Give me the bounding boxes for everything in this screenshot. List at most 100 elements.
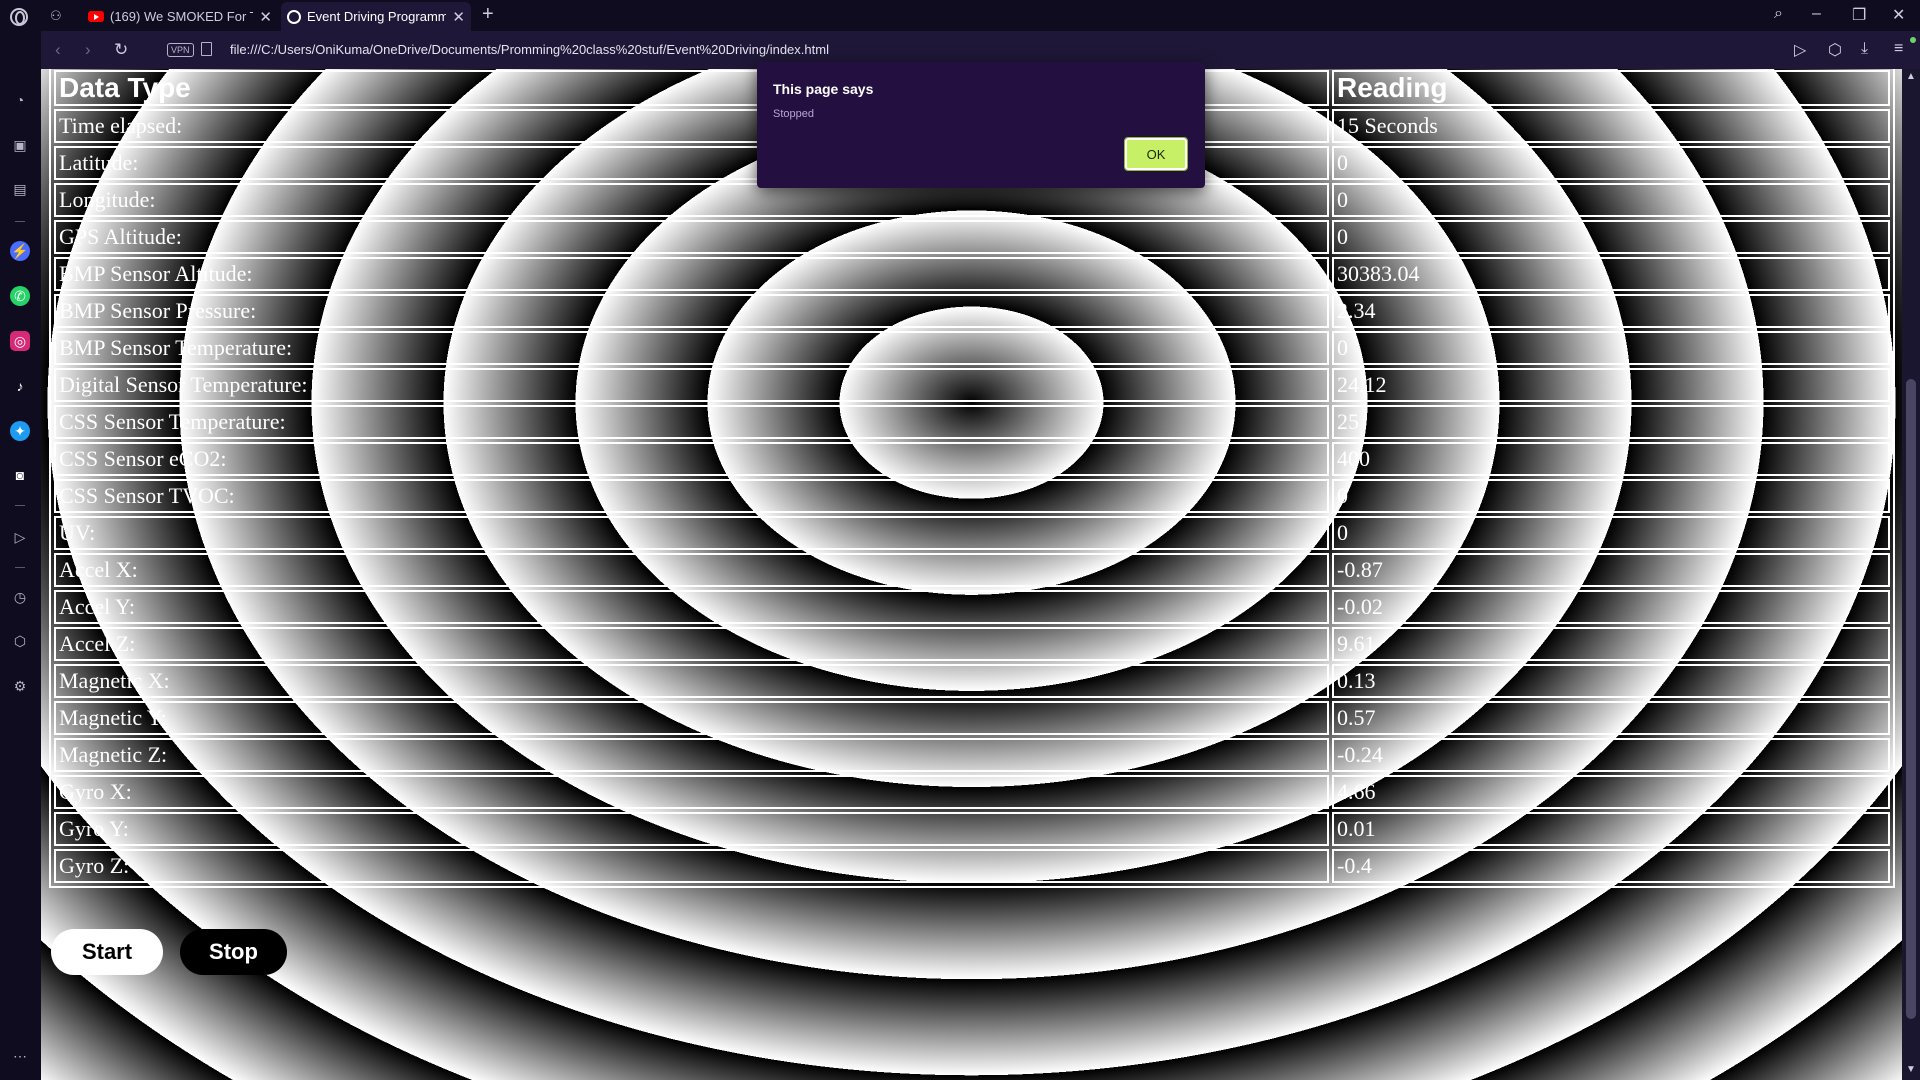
dialog-ok-button[interactable]: OK: [1124, 137, 1188, 171]
shopping-bag-icon[interactable]: ▣: [10, 135, 30, 155]
tab-youtube[interactable]: (169) We SMOKED For The ✕: [82, 2, 278, 31]
gamepad-icon[interactable]: ⚇: [50, 8, 62, 24]
reading-cell: 0.57: [1332, 701, 1890, 735]
table-row: GPS Altitude: 0: [54, 220, 1890, 254]
data-type-cell: UV:: [54, 516, 1329, 550]
table-row: Gyro X: 4.66: [54, 775, 1890, 809]
easy-setup-icon[interactable]: ≡: [1894, 40, 1903, 58]
table-row: Magnetic Z: -0.24: [54, 738, 1890, 772]
data-type-cell: Digital Sensor Temperature:: [54, 368, 1329, 402]
close-tab-icon[interactable]: ✕: [452, 8, 465, 26]
reading-cell: 9.61: [1332, 627, 1890, 661]
reading-cell: 400: [1332, 442, 1890, 476]
download-icon[interactable]: ⤓: [1861, 40, 1868, 58]
table-row: Magnetic X: 0.13: [54, 664, 1890, 698]
reading-cell: 2.34: [1332, 294, 1890, 328]
search-tabs-icon[interactable]: ⌕: [1774, 5, 1783, 23]
twitter-icon[interactable]: ✦: [10, 421, 30, 441]
reload-icon[interactable]: ↻: [114, 40, 128, 60]
close-window-button[interactable]: ✕: [1892, 5, 1905, 25]
data-type-cell: Gyro Y:: [54, 812, 1329, 846]
table-row: Accel Z: 9.61: [54, 627, 1890, 661]
table-row: CSS Sensor eCO2: 400: [54, 442, 1890, 476]
data-type-cell: BMP Sensor Pressure:: [54, 294, 1329, 328]
start-button[interactable]: Start: [51, 929, 163, 975]
scroll-thumb[interactable]: [1906, 379, 1916, 1019]
forward-icon[interactable]: ›: [85, 40, 91, 60]
more-icon[interactable]: ⋯: [10, 1046, 30, 1066]
page-icon: [201, 42, 212, 56]
settings-gear-icon[interactable]: ⚙: [10, 676, 30, 696]
globe-icon: [287, 9, 301, 24]
sensor-data-table: Data Type Reading Time elapsed: 15 Second…: [49, 69, 1895, 888]
data-type-cell: GPS Altitude:: [54, 220, 1329, 254]
data-type-cell: CSS Sensor TVOC:: [54, 479, 1329, 513]
control-buttons: Start Stop: [51, 929, 287, 975]
tab-title: (169) We SMOKED For The: [110, 9, 253, 24]
dialog-title: This page says: [773, 81, 874, 97]
twitch-icon[interactable]: ▤: [10, 179, 30, 199]
tab-strip: ⚇ (169) We SMOKED For The ✕ Event Drivin…: [0, 0, 1920, 31]
table-row: Accel Y: -0.02: [54, 590, 1890, 624]
column-header-reading: Reading: [1332, 70, 1890, 106]
table-row: BMP Sensor Altitude: 30383.04: [54, 257, 1890, 291]
send-icon[interactable]: ▷: [1794, 40, 1806, 60]
back-icon[interactable]: ‹: [55, 40, 61, 60]
reading-cell: 24.12: [1332, 368, 1890, 402]
download-indicator: [1910, 37, 1916, 43]
scroll-down-icon[interactable]: ▼: [1906, 1064, 1916, 1075]
reading-cell: 4.66: [1332, 775, 1890, 809]
youtube-icon: [88, 11, 104, 22]
minimize-button[interactable]: –: [1812, 5, 1821, 23]
alert-dialog: This page says Stopped OK: [757, 62, 1205, 188]
data-type-cell: BMP Sensor Temperature:: [54, 331, 1329, 365]
reading-cell: -0.02: [1332, 590, 1890, 624]
stop-button[interactable]: Stop: [180, 929, 287, 975]
discord-icon[interactable]: ◙: [10, 465, 30, 485]
table-row: Gyro Z: -0.4: [54, 849, 1890, 883]
table-row: Longitude: 0: [54, 183, 1890, 217]
table-row: CSS Sensor TVOC: 0: [54, 479, 1890, 513]
instagram-icon[interactable]: ◎: [10, 331, 30, 351]
tab-event-driving[interactable]: Event Driving Programming ✕: [281, 2, 471, 31]
table-row: UV: 0: [54, 516, 1890, 550]
tab-title: Event Driving Programming: [307, 9, 447, 24]
reading-cell: 0: [1332, 331, 1890, 365]
data-type-cell: Magnetic Y:: [54, 701, 1329, 735]
player-icon[interactable]: ▷: [10, 527, 30, 547]
page-scrollbar[interactable]: ▲ ▼: [1902, 69, 1920, 1080]
tiktok-icon[interactable]: ♪: [10, 376, 30, 396]
reading-cell: -0.87: [1332, 553, 1890, 587]
reading-cell: 0: [1332, 479, 1890, 513]
data-type-cell: Accel Y:: [54, 590, 1329, 624]
data-type-cell: BMP Sensor Altitude:: [54, 257, 1329, 291]
cube-icon[interactable]: ⬡: [1828, 40, 1842, 60]
opera-menu-icon[interactable]: [10, 8, 28, 26]
table-row: CSS Sensor Temperature: 25: [54, 405, 1890, 439]
close-tab-icon[interactable]: ✕: [259, 8, 272, 26]
data-type-cell: Longitude:: [54, 183, 1329, 217]
speed-dial-icon[interactable]: ◔: [10, 90, 30, 110]
extensions-icon[interactable]: ⬡: [10, 631, 30, 651]
new-tab-button[interactable]: +: [482, 3, 494, 26]
data-type-cell: Gyro Z:: [54, 849, 1329, 883]
vpn-badge[interactable]: VPN: [167, 43, 194, 57]
restore-button[interactable]: ❐: [1852, 5, 1866, 25]
data-type-cell: Accel X:: [54, 553, 1329, 587]
reading-cell: 30383.04: [1332, 257, 1890, 291]
reading-cell: -0.4: [1332, 849, 1890, 883]
data-type-cell: Gyro X:: [54, 775, 1329, 809]
page-viewport: Data Type Reading Time elapsed: 15 Second…: [41, 69, 1902, 1080]
reading-cell: 15 Seconds: [1332, 109, 1890, 143]
messenger-icon[interactable]: ⚡: [10, 241, 30, 261]
table-row: BMP Sensor Temperature: 0: [54, 331, 1890, 365]
reading-cell: 0: [1332, 516, 1890, 550]
data-type-cell: Magnetic Z:: [54, 738, 1329, 772]
whatsapp-icon[interactable]: ✆: [10, 286, 30, 306]
reading-cell: 25: [1332, 405, 1890, 439]
reading-cell: 0.01: [1332, 812, 1890, 846]
data-type-cell: CSS Sensor Temperature:: [54, 405, 1329, 439]
url-field[interactable]: file:///C:/Users/OniKuma/OneDrive/Docume…: [230, 42, 829, 57]
history-icon[interactable]: ◷: [10, 587, 30, 607]
scroll-up-icon[interactable]: ▲: [1906, 71, 1916, 82]
